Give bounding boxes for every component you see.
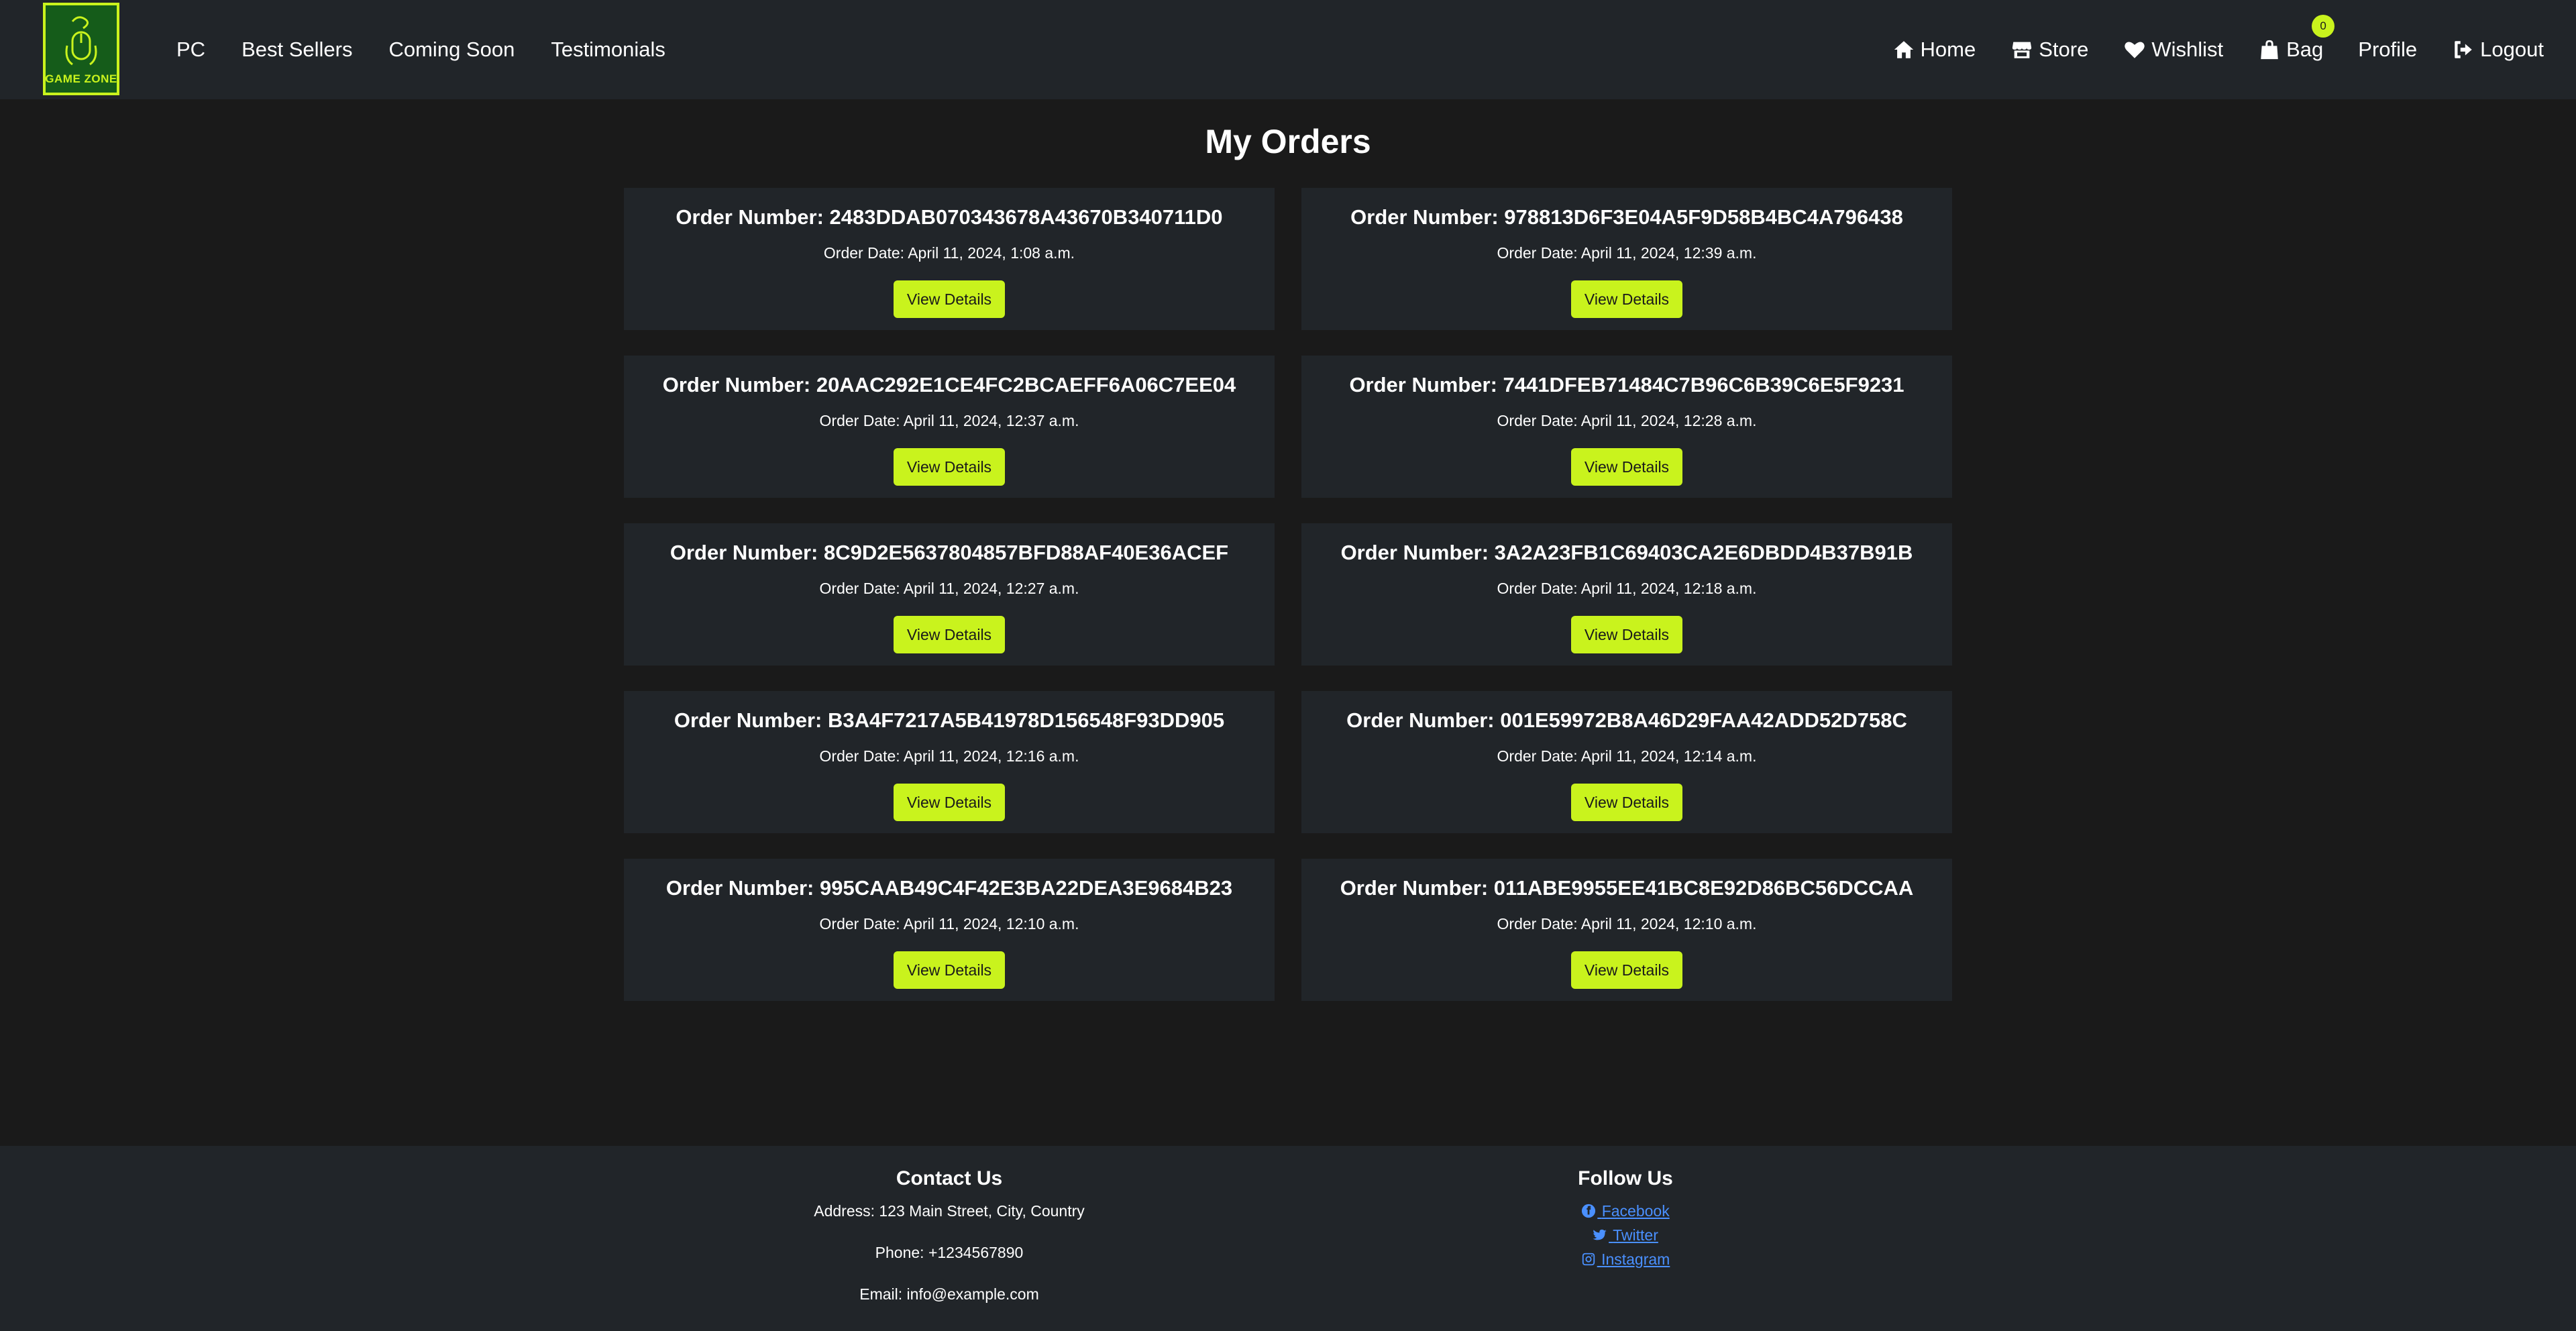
order-date: Order Date: April 11, 2024, 12:27 a.m. xyxy=(819,580,1079,597)
order-number: Order Number: B3A4F7217A5B41978D156548F9… xyxy=(674,708,1225,732)
footer: Contact Us Address: 123 Main Street, Cit… xyxy=(0,1146,2576,1331)
nav-link-best-sellers[interactable]: Best Sellers xyxy=(241,38,352,62)
nav-profile[interactable]: Profile xyxy=(2358,38,2417,62)
instagram-icon xyxy=(1582,1253,1595,1266)
primary-nav: PC Best Sellers Coming Soon Testimonials xyxy=(176,0,702,99)
game-controller-icon xyxy=(65,16,97,66)
order-number: Order Number: 011ABE9955EE41BC8E92D86BC5… xyxy=(1340,876,1914,900)
nav-home[interactable]: Home xyxy=(1892,38,1976,62)
contact-address: Address: 123 Main Street, City, Country xyxy=(814,1202,1085,1220)
nav-bag[interactable]: Bag 0 xyxy=(2258,15,2335,62)
view-details-button[interactable]: View Details xyxy=(1571,280,1682,318)
instagram-link[interactable]: Instagram xyxy=(1357,1250,1894,1269)
nav-link-coming-soon[interactable]: Coming Soon xyxy=(388,38,515,62)
view-details-button[interactable]: View Details xyxy=(1571,784,1682,821)
nav-home-label: Home xyxy=(1920,38,1976,61)
order-card: Order Number: 001E59972B8A46D29FAA42ADD5… xyxy=(1301,691,1952,833)
view-details-button[interactable]: View Details xyxy=(894,448,1005,486)
order-card: Order Number: 8C9D2E5637804857BFD88AF40E… xyxy=(624,523,1275,666)
nav-link-testimonials[interactable]: Testimonials xyxy=(551,38,665,62)
store-icon xyxy=(2012,42,2032,58)
order-number: Order Number: 7441DFEB71484C7B96C6B39C6E… xyxy=(1349,373,1904,396)
order-number: Order Number: 2483DDAB070343678A43670B34… xyxy=(676,205,1223,229)
twitter-icon xyxy=(1593,1229,1607,1240)
order-date: Order Date: April 11, 2024, 12:18 a.m. xyxy=(1497,580,1757,597)
order-number: Order Number: 995CAAB49C4F42E3BA22DEA3E9… xyxy=(665,876,1233,900)
order-card: Order Number: 3A2A23FB1C69403CA2E6DBDD4B… xyxy=(1301,523,1952,666)
bag-count-badge: 0 xyxy=(2312,15,2335,38)
order-date: Order Date: April 11, 2024, 12:39 a.m. xyxy=(1497,244,1757,262)
order-date: Order Date: April 11, 2024, 12:10 a.m. xyxy=(819,915,1079,933)
contact-section: Contact Us Address: 123 Main Street, Cit… xyxy=(681,1162,1218,1327)
brand-logo[interactable]: GAME ZONE xyxy=(43,3,119,95)
order-number: Order Number: 20AAC292E1CE4FC2BCAEFF6A06… xyxy=(662,373,1236,396)
nav-bag-label: Bag xyxy=(2286,38,2324,61)
view-details-button[interactable]: View Details xyxy=(894,280,1005,318)
contact-email: Email: info@example.com xyxy=(859,1285,1039,1303)
order-card: Order Number: B3A4F7217A5B41978D156548F9… xyxy=(624,691,1275,833)
nav-wishlist[interactable]: Wishlist xyxy=(2123,38,2223,62)
view-details-button[interactable]: View Details xyxy=(1571,616,1682,653)
shopping-bag-icon xyxy=(2261,40,2278,60)
order-date: Order Date: April 11, 2024, 1:08 a.m. xyxy=(823,244,1075,262)
nav-logout[interactable]: Logout xyxy=(2452,38,2544,62)
order-card: Order Number: 978813D6F3E04A5F9D58B4BC4A… xyxy=(1301,188,1952,330)
order-card: Order Number: 20AAC292E1CE4FC2BCAEFF6A06… xyxy=(624,356,1275,498)
order-date: Order Date: April 11, 2024, 12:10 a.m. xyxy=(1497,915,1757,933)
heart-icon xyxy=(2125,42,2145,58)
contact-phone: Phone: +1234567890 xyxy=(875,1244,1024,1261)
follow-section: Follow Us Facebook Twitter Instagram xyxy=(1357,1162,1894,1275)
logo-text: GAME ZONE xyxy=(45,72,117,85)
order-card: Order Number: 995CAAB49C4F42E3BA22DEA3E9… xyxy=(624,859,1275,1001)
view-details-button[interactable]: View Details xyxy=(1571,951,1682,989)
order-card: Order Number: 2483DDAB070343678A43670B34… xyxy=(624,188,1275,330)
order-date: Order Date: April 11, 2024, 12:16 a.m. xyxy=(819,747,1079,765)
order-number: Order Number: 3A2A23FB1C69403CA2E6DBDD4B… xyxy=(1340,541,1913,564)
follow-title: Follow Us xyxy=(1578,1167,1673,1189)
order-number: Order Number: 8C9D2E5637804857BFD88AF40E… xyxy=(669,541,1229,564)
navbar: GAME ZONE PC Best Sellers Coming Soon Te… xyxy=(0,0,2576,99)
order-number: Order Number: 978813D6F3E04A5F9D58B4BC4A… xyxy=(1350,205,1903,229)
view-details-button[interactable]: View Details xyxy=(894,951,1005,989)
account-nav: Home Store Wishlist Bag 0 Profile Logout xyxy=(1858,0,2544,99)
page-title: My Orders xyxy=(1205,123,1371,160)
order-date: Order Date: April 11, 2024, 12:28 a.m. xyxy=(1497,412,1757,429)
order-date: Order Date: April 11, 2024, 12:14 a.m. xyxy=(1497,747,1757,765)
nav-store-label: Store xyxy=(2039,38,2089,61)
facebook-icon xyxy=(1582,1204,1596,1218)
view-details-button[interactable]: View Details xyxy=(894,616,1005,653)
view-details-button[interactable]: View Details xyxy=(894,784,1005,821)
order-date: Order Date: April 11, 2024, 12:37 a.m. xyxy=(819,412,1079,429)
logout-icon xyxy=(2455,41,2472,58)
nav-link-pc[interactable]: PC xyxy=(176,38,205,62)
nav-logout-label: Logout xyxy=(2480,38,2544,61)
view-details-button[interactable]: View Details xyxy=(1571,448,1682,486)
twitter-link[interactable]: Twitter xyxy=(1357,1226,1894,1244)
contact-title: Contact Us xyxy=(896,1167,1003,1189)
order-number: Order Number: 001E59972B8A46D29FAA42ADD5… xyxy=(1346,708,1907,732)
order-card: Order Number: 7441DFEB71484C7B96C6B39C6E… xyxy=(1301,356,1952,498)
facebook-link[interactable]: Facebook xyxy=(1357,1202,1894,1220)
nav-store[interactable]: Store xyxy=(2010,38,2088,62)
nav-wishlist-label: Wishlist xyxy=(2151,38,2224,61)
orders-grid: Order Number: 2483DDAB070343678A43670B34… xyxy=(624,188,1952,1001)
home-icon xyxy=(1894,41,1913,58)
order-card: Order Number: 011ABE9955EE41BC8E92D86BC5… xyxy=(1301,859,1952,1001)
